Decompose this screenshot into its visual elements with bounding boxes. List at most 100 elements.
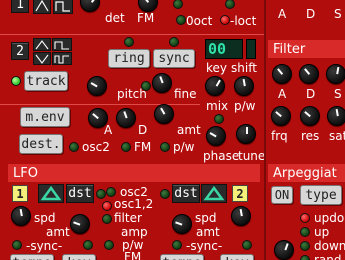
lfo2-amt-knob[interactable] bbox=[172, 214, 192, 234]
square-wave-icon bbox=[55, 1, 70, 12]
phase-led[interactable] bbox=[214, 114, 224, 124]
mix-knob[interactable] bbox=[205, 76, 225, 96]
osc1-number[interactable]: 1 bbox=[11, 0, 29, 13]
lfo2-tempo-button[interactable]: tempo bbox=[160, 254, 204, 260]
osc1-oct-down-label: -loct bbox=[230, 14, 257, 28]
filter-frq-knob[interactable] bbox=[271, 106, 291, 126]
osc2-fine-led[interactable] bbox=[141, 81, 151, 91]
osc1-oct-led-2[interactable] bbox=[225, 0, 235, 9]
filter-res-label: res bbox=[301, 129, 320, 143]
pw-knob[interactable] bbox=[234, 76, 254, 96]
lfo-target-osc12-led[interactable] bbox=[102, 201, 112, 211]
lfo1-tempo-button[interactable]: tempo bbox=[10, 254, 54, 260]
osc1-oct-up-led[interactable] bbox=[176, 15, 186, 25]
osc2-wave-pulse-button[interactable] bbox=[52, 52, 72, 65]
lfo-target-filter-led[interactable] bbox=[102, 214, 112, 224]
lfo1-number[interactable]: 1 bbox=[12, 185, 28, 202]
osc1-oct-down-led[interactable] bbox=[220, 15, 230, 25]
osc2-pitch-knob[interactable] bbox=[87, 76, 107, 96]
lfo-target-osc2-led[interactable] bbox=[106, 187, 116, 197]
osc2-number[interactable]: 2 bbox=[11, 42, 29, 60]
menv-osc2-led[interactable] bbox=[69, 142, 79, 152]
lfo-target-filter: filter bbox=[114, 211, 142, 225]
arp-mode-updo: updo bbox=[314, 211, 345, 225]
lfo-target-osc12: osc1,2 bbox=[114, 197, 154, 211]
lfo2-sync-label: -sync- bbox=[186, 239, 223, 253]
osc1-wave-saw-button[interactable] bbox=[33, 0, 51, 14]
square-wave-icon bbox=[54, 41, 69, 50]
menv-amt-label: amt bbox=[177, 123, 201, 137]
filter-res-knob[interactable] bbox=[300, 106, 320, 126]
lfo2-key-button[interactable]: key bbox=[220, 254, 254, 260]
lfo1-dst-led[interactable] bbox=[96, 189, 106, 199]
key-shift-display[interactable]: 00 bbox=[205, 39, 243, 59]
osc2-fine-knob[interactable] bbox=[152, 73, 172, 93]
osc2-wave-saw-button[interactable] bbox=[33, 38, 51, 51]
top-env-d-label: D bbox=[306, 7, 316, 21]
osc1-fm-label: FM bbox=[137, 11, 155, 25]
filter-env-s-knob[interactable] bbox=[326, 64, 345, 84]
lfo-target-amp: amp bbox=[121, 225, 148, 239]
triangle-wave-icon bbox=[40, 185, 62, 201]
lfo1-dst-button[interactable]: dst bbox=[66, 184, 94, 203]
osc2-ring-button[interactable]: ring bbox=[108, 49, 150, 68]
lfo2-wave-button[interactable] bbox=[201, 184, 227, 203]
top-env-a-label: A bbox=[278, 7, 287, 21]
lfo1-spd-knob[interactable] bbox=[11, 206, 31, 226]
lfo2-sync-led-2[interactable] bbox=[242, 240, 252, 250]
lfo-target-pw-led[interactable] bbox=[104, 240, 114, 250]
menv-button[interactable]: m.env bbox=[20, 107, 70, 127]
arp-mode-down: down bbox=[314, 239, 345, 253]
saw-wave-icon bbox=[35, 0, 49, 12]
osc1-oct-led[interactable] bbox=[173, 0, 183, 9]
separator-top bbox=[0, 34, 265, 35]
lfo1-amt-knob[interactable] bbox=[70, 214, 90, 234]
filter-header: Filter bbox=[268, 40, 345, 58]
lfo2-sync-led[interactable] bbox=[172, 240, 182, 250]
dest-button[interactable]: dest. bbox=[19, 134, 63, 154]
osc1-section: 1 det FM 0oct -loct bbox=[0, 0, 268, 33]
filter-env-d-knob[interactable] bbox=[299, 64, 319, 84]
osc2-wave-tri-button[interactable] bbox=[33, 52, 51, 65]
phase-knob[interactable] bbox=[206, 126, 226, 146]
osc2-track-button[interactable]: track bbox=[24, 71, 68, 91]
lfo1-key-button[interactable]: key bbox=[62, 254, 96, 260]
arp-mode-down-led[interactable] bbox=[300, 241, 310, 251]
lfo2-dst-led[interactable] bbox=[160, 189, 170, 199]
phase-label: phase bbox=[203, 149, 240, 163]
arp-on-button[interactable]: ON bbox=[271, 186, 293, 204]
arp-type-button[interactable]: type bbox=[300, 185, 342, 205]
lfo1-wave-button[interactable] bbox=[38, 184, 64, 203]
osc2-sync-led[interactable] bbox=[169, 37, 179, 47]
lfo1-sync-led[interactable] bbox=[12, 240, 22, 250]
menv-pw-led[interactable] bbox=[160, 142, 170, 152]
osc1-oct-up-label: 0oct bbox=[186, 14, 213, 28]
arpeggiator-header: Arpeggiat bbox=[268, 164, 345, 182]
menv-fm-led[interactable] bbox=[121, 142, 131, 152]
top-env-s-label: S bbox=[334, 7, 342, 21]
key-shift-stepper[interactable] bbox=[246, 39, 256, 59]
lfo2-number[interactable]: 2 bbox=[232, 185, 248, 202]
osc2-ring-led[interactable] bbox=[124, 37, 134, 47]
menv-d-knob[interactable] bbox=[116, 108, 136, 128]
shift-label: shift bbox=[231, 61, 257, 75]
lfo1-sync-led-2[interactable] bbox=[83, 240, 93, 250]
osc1-det-knob[interactable] bbox=[80, 0, 100, 12]
lfo2-spd-knob[interactable] bbox=[231, 206, 251, 226]
osc2-track-led[interactable] bbox=[11, 76, 21, 86]
osc2-wave-square-button[interactable] bbox=[52, 38, 72, 51]
tune-knob[interactable] bbox=[236, 124, 256, 144]
arp-mode-rand-led[interactable] bbox=[300, 255, 310, 260]
osc2-sync-button[interactable]: sync bbox=[153, 49, 195, 68]
lfo2-dst-button[interactable]: dst bbox=[172, 184, 200, 203]
filter-env-a-knob[interactable] bbox=[272, 64, 292, 84]
pw-label: p/w bbox=[234, 99, 256, 113]
arp-mode-updo-led[interactable] bbox=[300, 213, 310, 223]
menv-amt-knob[interactable] bbox=[154, 104, 174, 124]
arp-rate-knob[interactable] bbox=[274, 240, 294, 260]
lfo1-amt-label: amt bbox=[46, 225, 70, 239]
osc1-wave-square-button[interactable] bbox=[53, 0, 73, 14]
arp-mode-up-led[interactable] bbox=[300, 227, 310, 237]
arp-mode-up: up bbox=[314, 225, 330, 239]
filter-sat-knob[interactable] bbox=[327, 106, 345, 126]
